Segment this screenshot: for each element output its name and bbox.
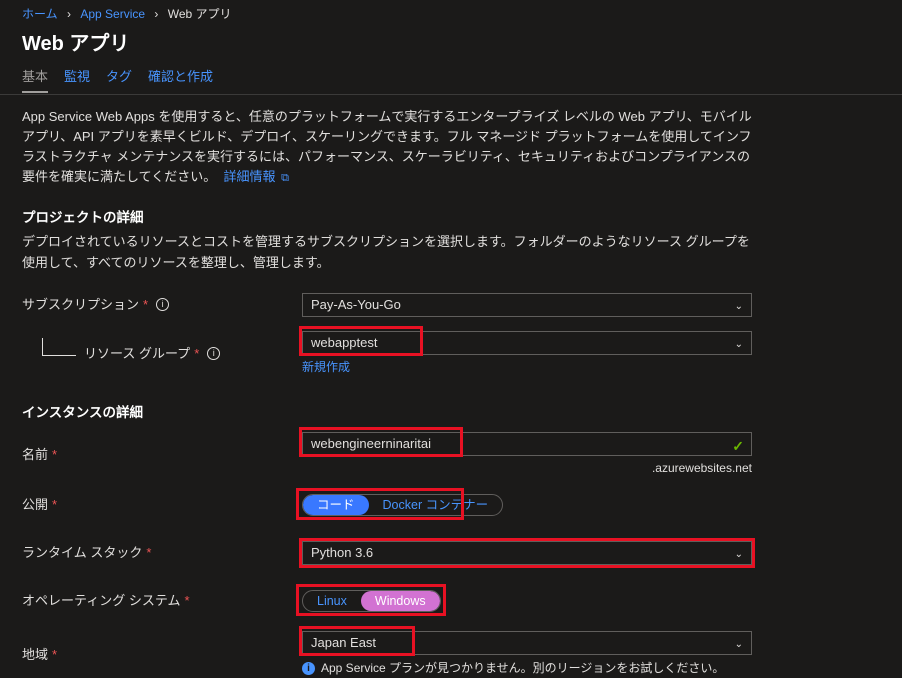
external-link-icon: ⧉	[281, 172, 289, 184]
resource-group-select[interactable]: webapptest ⌄	[302, 331, 752, 355]
tab-basic[interactable]: 基本	[22, 62, 48, 93]
chevron-right-icon: ›	[148, 7, 164, 21]
label-name: 名前*	[22, 445, 302, 465]
publish-docker-option[interactable]: Docker コンテナー	[369, 495, 503, 515]
os-windows-option[interactable]: Windows	[361, 591, 440, 611]
info-icon[interactable]: i	[156, 298, 169, 311]
chevron-down-icon: ⌄	[735, 299, 743, 315]
tabs: 基本 監視 タグ 確認と作成	[0, 60, 902, 94]
region-select[interactable]: Japan East ⌄	[302, 631, 752, 655]
label-os: オペレーティング システム*	[22, 591, 302, 611]
label-subscription: サブスクリプション* i	[22, 295, 302, 315]
learn-more-link[interactable]: 詳細情報 ⧉	[223, 169, 289, 184]
tab-monitoring[interactable]: 監視	[64, 62, 90, 93]
project-desc: デプロイされているリソースとコストを管理するサブスクリプションを選択します。フォ…	[22, 232, 762, 272]
project-heading: プロジェクトの詳細	[22, 208, 880, 229]
label-resource-group: リソース グループ* i	[84, 344, 220, 364]
os-linux-option[interactable]: Linux	[303, 591, 361, 611]
breadcrumb: ホーム › App Service › Web アプリ	[0, 0, 902, 25]
info-icon: i	[302, 662, 315, 675]
os-toggle: Linux Windows	[302, 590, 441, 612]
region-info-text: App Service プランが見つかりません。別のリージョンをお試しください。	[321, 659, 724, 678]
crumb-web-app: Web アプリ	[168, 7, 232, 21]
name-input[interactable]	[302, 432, 752, 456]
instance-heading: インスタンスの詳細	[22, 403, 880, 424]
publish-toggle: コード Docker コンテナー	[302, 494, 503, 516]
crumb-app-service[interactable]: App Service	[80, 7, 145, 21]
label-region: 地域*	[22, 645, 302, 665]
tab-tags[interactable]: タグ	[106, 62, 132, 93]
check-icon: ✓	[732, 436, 744, 458]
domain-suffix: .azurewebsites.net	[302, 459, 752, 478]
runtime-select[interactable]: Python 3.6 ⌄	[302, 541, 752, 565]
label-publish: 公開*	[22, 495, 302, 515]
page-title: Web アプリ	[0, 25, 902, 60]
crumb-home[interactable]: ホーム	[22, 7, 58, 21]
publish-code-option[interactable]: コード	[303, 495, 369, 515]
subscription-select[interactable]: Pay-As-You-Go ⌄	[302, 293, 752, 317]
chevron-down-icon: ⌄	[735, 337, 743, 353]
chevron-down-icon: ⌄	[735, 547, 743, 563]
chevron-down-icon: ⌄	[735, 637, 743, 653]
info-icon[interactable]: i	[207, 347, 220, 360]
chevron-right-icon: ›	[61, 7, 77, 21]
new-resource-group-link[interactable]: 新規作成	[302, 358, 350, 377]
intro-text: App Service Web Apps を使用すると、任意のプラットフォームで…	[22, 107, 762, 188]
tab-review[interactable]: 確認と作成	[148, 62, 213, 93]
label-runtime: ランタイム スタック*	[22, 543, 302, 563]
